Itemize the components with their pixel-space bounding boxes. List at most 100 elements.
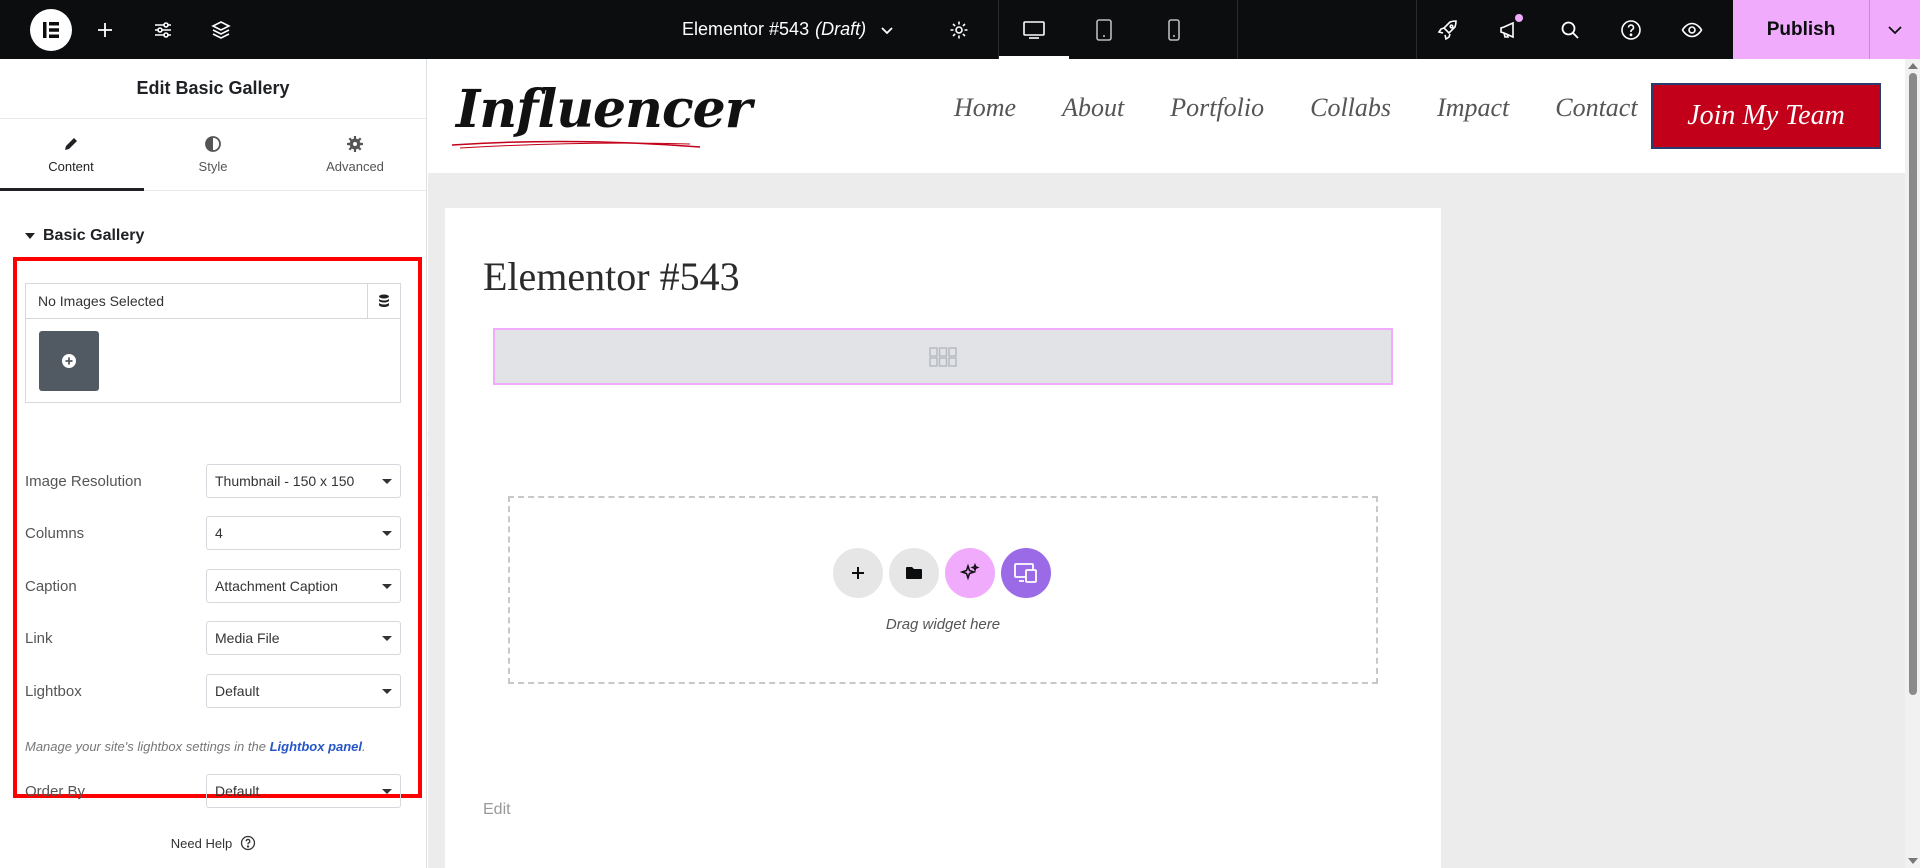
- rocket-icon: [1437, 19, 1457, 40]
- caption-control: Caption Attachment Caption: [25, 569, 401, 603]
- add-images-button[interactable]: [39, 331, 99, 391]
- lightbox-panel-link[interactable]: Lightbox panel: [270, 739, 362, 754]
- responsive-kit-button[interactable]: [1001, 548, 1051, 598]
- edit-link[interactable]: Edit: [483, 801, 511, 819]
- gear-icon: [950, 21, 968, 38]
- tablet-mode-button[interactable]: [1069, 0, 1139, 59]
- launch-button[interactable]: [1417, 0, 1478, 59]
- mobile-icon: [1168, 18, 1180, 41]
- tab-content-label: Content: [48, 159, 94, 174]
- tab-content[interactable]: Content: [0, 119, 144, 191]
- link-label: Link: [25, 629, 53, 647]
- plus-icon: [98, 22, 112, 37]
- nav-impact[interactable]: Impact: [1437, 93, 1509, 123]
- panel-tabs: Content Style Advanced: [0, 119, 426, 191]
- caret-down-icon: [382, 478, 392, 484]
- desktop-mode-button[interactable]: [999, 0, 1069, 59]
- finder-button[interactable]: [1539, 0, 1600, 59]
- site-logo[interactable]: Influencer: [451, 79, 752, 149]
- gallery-status-label: No Images Selected: [38, 293, 165, 309]
- plus-circle-icon: [62, 354, 76, 368]
- add-section-button[interactable]: [833, 548, 883, 598]
- join-team-button[interactable]: Join My Team: [1651, 83, 1881, 149]
- lightbox-control: Lightbox Default: [25, 674, 401, 708]
- tab-style-label: Style: [198, 159, 228, 174]
- logo-underline-icon: [451, 140, 701, 149]
- elementor-logo-icon[interactable]: [30, 8, 72, 51]
- order-by-label: Order By: [25, 782, 86, 800]
- page-content: Elementor #543 Drag widget here Edit: [445, 208, 1441, 868]
- caret-down-icon: [25, 233, 35, 239]
- desktop-icon: [1023, 20, 1045, 39]
- image-resolution-label: Image Resolution: [25, 472, 142, 490]
- lightbox-note: Manage your site's lightbox settings in …: [25, 739, 366, 754]
- page-settings-button[interactable]: [930, 0, 988, 59]
- panel-title: Edit Basic Gallery: [0, 59, 426, 119]
- nav-collabs[interactable]: Collabs: [1310, 93, 1391, 123]
- scroll-up-arrow-icon[interactable]: [1908, 63, 1918, 69]
- editor-panel: Edit Basic Gallery Content Style Advance…: [0, 59, 427, 868]
- need-help-label: Need Help: [170, 835, 233, 851]
- caption-label: Caption: [25, 577, 77, 595]
- lightbox-note-text: Manage your site's lightbox settings in …: [25, 739, 266, 754]
- ai-builder-button[interactable]: [945, 548, 995, 598]
- tab-advanced[interactable]: Advanced: [284, 119, 426, 190]
- basic-gallery-widget[interactable]: [493, 328, 1393, 385]
- section-title: Basic Gallery: [43, 227, 145, 244]
- link-select[interactable]: Media File: [206, 621, 401, 655]
- image-resolution-select[interactable]: Thumbnail - 150 x 150: [206, 464, 401, 498]
- site-nav: Home About Portfolio Collabs Impact Cont…: [954, 93, 1684, 123]
- nav-about[interactable]: About: [1062, 93, 1124, 123]
- plus-icon: [852, 567, 864, 579]
- page-title: Elementor #543: [483, 254, 740, 299]
- link-control: Link Media File: [25, 621, 401, 655]
- tablet-icon: [1096, 18, 1112, 41]
- caret-down-icon: [382, 635, 392, 641]
- scroll-thumb[interactable]: [1909, 73, 1917, 695]
- half-circle-icon: [205, 136, 221, 152]
- scroll-down-arrow-icon[interactable]: [1908, 858, 1918, 864]
- pencil-icon: [65, 138, 77, 150]
- database-icon: [379, 294, 389, 307]
- chevron-down-icon: [1888, 25, 1902, 34]
- section-toggle-basic-gallery[interactable]: Basic Gallery: [25, 227, 144, 245]
- need-help-link[interactable]: Need Help: [0, 835, 427, 851]
- publish-options-button[interactable]: [1869, 0, 1920, 59]
- add-element-button[interactable]: [76, 0, 134, 59]
- canvas-scrollbar[interactable]: [1905, 59, 1920, 868]
- order-by-select[interactable]: Default: [206, 774, 401, 808]
- mobile-mode-button[interactable]: [1139, 0, 1209, 59]
- lightbox-select[interactable]: Default: [206, 674, 401, 708]
- site-settings-button[interactable]: [134, 0, 192, 59]
- caret-down-icon: [382, 530, 392, 536]
- notifications-button[interactable]: [1478, 0, 1539, 59]
- site-header: Influencer Home About Portfolio Collabs …: [428, 59, 1905, 173]
- devices-icon: [1014, 563, 1037, 583]
- preview-button[interactable]: [1661, 0, 1722, 59]
- structure-button[interactable]: [192, 0, 250, 59]
- chevron-down-icon: [881, 26, 893, 34]
- tab-style[interactable]: Style: [142, 119, 284, 190]
- help-button[interactable]: [1600, 0, 1661, 59]
- caret-down-icon: [382, 583, 392, 589]
- lightbox-label: Lightbox: [25, 682, 82, 700]
- image-resolution-value: Thumbnail - 150 x 150: [215, 473, 355, 489]
- nav-portfolio[interactable]: Portfolio: [1170, 93, 1264, 123]
- document-title-button[interactable]: Elementor #543 (Draft): [682, 0, 894, 59]
- megaphone-icon: [1499, 21, 1514, 38]
- caption-select[interactable]: Attachment Caption: [206, 569, 401, 603]
- nav-contact[interactable]: Contact: [1555, 93, 1637, 123]
- columns-label: Columns: [25, 524, 85, 542]
- help-icon: [1620, 19, 1641, 40]
- columns-control: Columns 4: [25, 516, 401, 550]
- add-template-button[interactable]: [889, 548, 939, 598]
- gallery-actions-button[interactable]: [367, 283, 400, 319]
- layers-icon: [211, 20, 231, 39]
- gear-icon: [347, 136, 363, 152]
- publish-button[interactable]: Publish: [1733, 0, 1869, 59]
- folder-icon: [906, 567, 922, 579]
- nav-home[interactable]: Home: [954, 93, 1016, 123]
- drop-zone[interactable]: Drag widget here: [508, 496, 1378, 684]
- gallery-grid-icon: [929, 346, 957, 367]
- columns-select[interactable]: 4: [206, 516, 401, 550]
